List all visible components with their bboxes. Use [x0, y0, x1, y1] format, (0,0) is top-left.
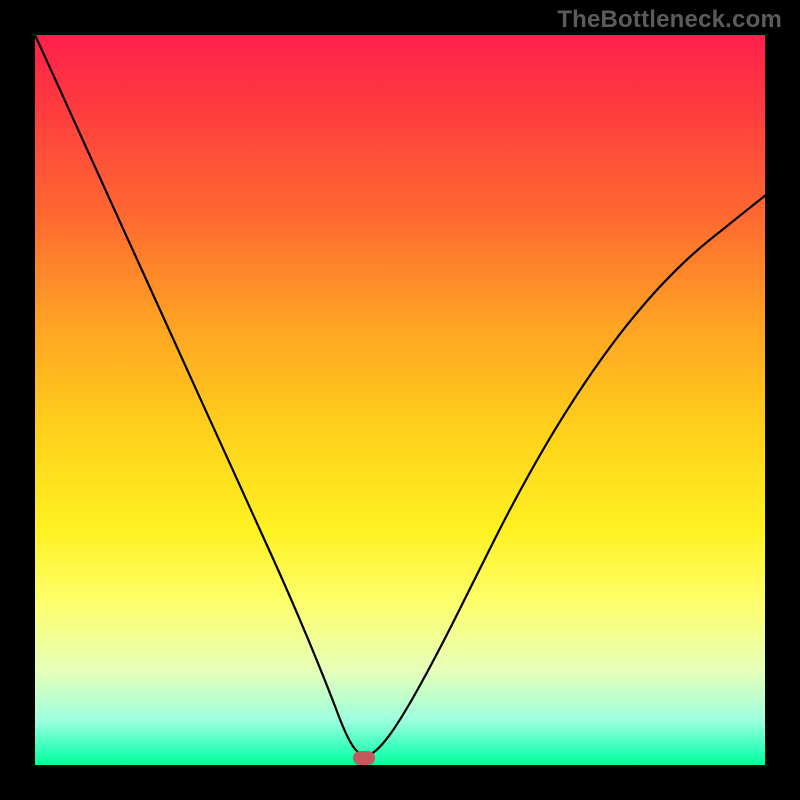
watermark-text: TheBottleneck.com: [557, 6, 782, 34]
minimum-marker: [353, 751, 375, 765]
bottleneck-curve: [35, 35, 765, 765]
chart-container: TheBottleneck.com: [0, 0, 800, 800]
plot-area: [35, 35, 765, 765]
